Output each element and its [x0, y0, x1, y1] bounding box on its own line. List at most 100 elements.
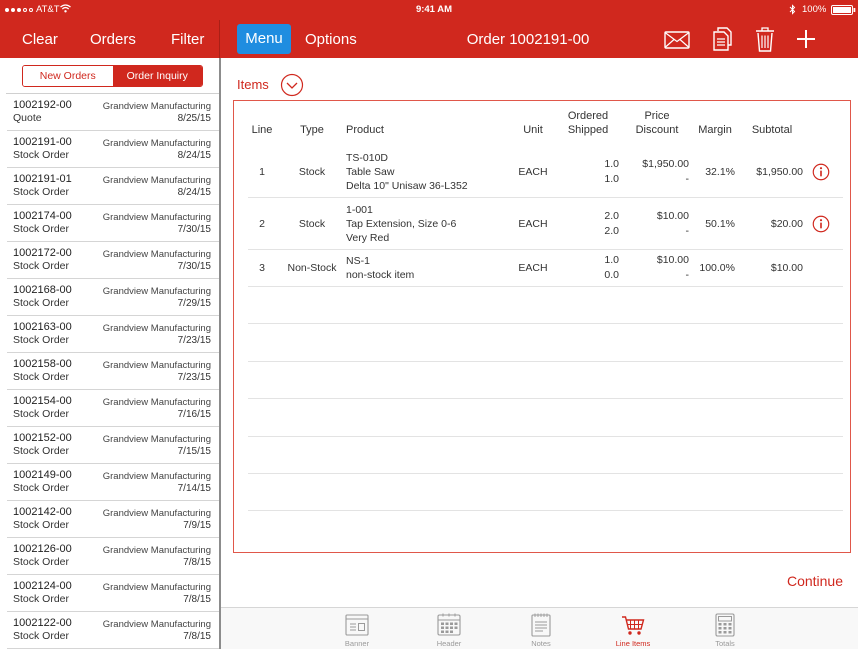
info-cell — [806, 215, 843, 233]
margin: 100.0% — [699, 262, 735, 274]
table-row[interactable]: 2 Stock 1-001 Tap Extension, Size 0-6 Ve… — [248, 198, 843, 250]
chevron-down-icon[interactable] — [280, 73, 304, 102]
order-list-item[interactable]: 1002122-00 Stock Order Grandview Manufact… — [0, 612, 219, 649]
order-date: 7/23/15 — [177, 372, 211, 383]
nav-bar: Clear Orders Filter Menu Options Order 1… — [0, 20, 858, 58]
line-type: Non-Stock — [287, 262, 337, 274]
orders-button[interactable]: Orders — [90, 31, 136, 48]
order-type: Stock Order — [13, 408, 70, 420]
empty-row — [248, 474, 843, 512]
product-description: Delta 10" Unisaw 36-L352 — [346, 180, 468, 192]
segment-order-inquiry[interactable]: Order Inquiry — [112, 66, 202, 86]
table-header: Line Type Product Unit Ordered Shipped Pr… — [248, 101, 843, 147]
order-customer: Grandview Manufacturing — [102, 101, 211, 112]
order-number: 1002192-00 — [13, 99, 72, 111]
envelope-icon[interactable] — [664, 31, 690, 53]
tab-bar: Banner Header Notes Line Items Totals — [221, 607, 858, 649]
table-row[interactable]: 3 Non-Stock NS-1 non-stock item EACH 1.0… — [248, 250, 843, 287]
segment-new-orders[interactable]: New Orders — [23, 66, 113, 86]
header-shipped-label: Shipped — [567, 124, 609, 136]
order-customer: Grandview Manufacturing — [102, 212, 211, 223]
order-list-item[interactable]: 1002172-00 Stock Order Grandview Manufact… — [0, 242, 219, 279]
continue-button[interactable]: Continue — [787, 573, 843, 589]
copy-icon[interactable] — [711, 27, 734, 55]
clear-button[interactable]: Clear — [22, 31, 58, 48]
ordered-qty: 1.0 — [604, 158, 619, 170]
order-date: 7/30/15 — [177, 224, 211, 235]
tab-banner[interactable]: Banner — [311, 608, 403, 649]
panel-divider — [219, 58, 221, 649]
order-left: 1002124-00 Stock Order — [13, 580, 72, 605]
info-cell — [806, 259, 843, 277]
order-list-item[interactable]: 1002158-00 Stock Order Grandview Manufact… — [0, 353, 219, 390]
empty-row — [248, 324, 843, 362]
tab-notes[interactable]: Notes — [495, 608, 587, 649]
margin: 50.1% — [705, 217, 735, 230]
order-number: 1002122-00 — [13, 617, 72, 629]
empty-row — [248, 287, 843, 325]
signal-strength-icon — [5, 8, 33, 12]
order-type: Stock Order — [13, 334, 70, 346]
tabs: Banner Header Notes Line Items Totals — [311, 608, 771, 649]
order-date: 7/8/15 — [183, 557, 211, 568]
tab-totals[interactable]: Totals — [679, 608, 771, 649]
order-list-item[interactable]: 1002149-00 Stock Order Grandview Manufact… — [0, 464, 219, 501]
order-right: Grandview Manufacturing 8/24/15 — [103, 138, 211, 162]
order-list-item[interactable]: 1002192-00 Quote Grandview Manufacturing 8… — [0, 94, 219, 131]
empty-row — [248, 437, 843, 474]
order-customer: Grandview Manufacturing — [102, 175, 211, 186]
order-list-item[interactable]: 1002191-00 Stock Order Grandview Manufact… — [0, 131, 219, 168]
line-items-table: Line Type Product Unit Ordered Shipped Pr… — [233, 100, 851, 553]
order-list-item[interactable]: 1002163-00 Stock Order Grandview Manufact… — [0, 316, 219, 353]
trash-icon[interactable] — [755, 27, 775, 56]
order-list-item[interactable]: 1002142-00 Stock Order Grandview Manufact… — [0, 501, 219, 538]
order-right: Grandview Manufacturing 7/30/15 — [103, 212, 211, 236]
subtotal: $1,950.00 — [756, 166, 803, 178]
order-right: Grandview Manufacturing 7/8/15 — [103, 582, 211, 606]
tab-line-items[interactable]: Line Items — [587, 608, 679, 649]
order-number: 1002163-00 — [13, 321, 72, 333]
order-date: 7/23/15 — [177, 335, 211, 346]
order-list-item[interactable]: 1002191-01 Stock Order Grandview Manufact… — [0, 168, 219, 205]
order-number: 1002142-00 — [13, 506, 72, 518]
order-type: Quote — [13, 112, 42, 124]
order-type: Stock Order — [13, 593, 70, 605]
header-product-label: Product — [346, 124, 384, 136]
menu-button[interactable]: Menu — [237, 24, 291, 54]
line-items-grid: Line Type Product Unit Ordered Shipped Pr… — [248, 101, 843, 512]
nav-divider — [219, 20, 220, 58]
options-button[interactable]: Options — [305, 31, 357, 48]
product-name: non-stock item — [346, 269, 415, 281]
price: $10.00 — [656, 254, 689, 266]
order-right: Grandview Manufacturing 7/14/15 — [103, 471, 211, 495]
order-date: 7/14/15 — [177, 483, 211, 494]
unit: EACH — [518, 166, 548, 178]
order-list-item[interactable]: 1002168-00 Stock Order Grandview Manufact… — [0, 279, 219, 316]
header-ordered-label: Ordered — [567, 110, 609, 122]
order-list-item[interactable]: 1002152-00 Stock Order Grandview Manufact… — [0, 427, 219, 464]
info-icon[interactable] — [812, 215, 830, 233]
order-list-item[interactable]: 1002174-00 Stock Order Grandview Manufact… — [0, 205, 219, 242]
order-list-item[interactable]: 1002124-00 Stock Order Grandview Manufact… — [0, 575, 219, 612]
order-left: 1002191-01 Stock Order — [13, 173, 72, 198]
order-right: Grandview Manufacturing 7/23/15 — [103, 323, 211, 347]
tab-header[interactable]: Header — [403, 608, 495, 649]
product-cell: TS-010D Table Saw Delta 10" Unisaw 36-L3… — [340, 151, 512, 193]
order-list-item[interactable]: 1002126-00 Stock Order Grandview Manufact… — [0, 538, 219, 575]
plus-icon[interactable] — [797, 30, 815, 52]
filter-button[interactable]: Filter — [171, 31, 204, 48]
header-margin-label: Margin — [698, 124, 732, 136]
carrier-label: AT&T — [36, 4, 60, 15]
order-date: 7/9/15 — [183, 520, 211, 531]
order-left: 1002192-00 Quote — [13, 99, 72, 124]
order-list-item[interactable]: 1002154-00 Stock Order Grandview Manufact… — [0, 390, 219, 427]
order-right: Grandview Manufacturing 7/9/15 — [103, 508, 211, 532]
table-row[interactable]: 1 Stock TS-010D Table Saw Delta 10" Unis… — [248, 147, 843, 198]
bluetooth-icon — [789, 4, 796, 18]
info-icon[interactable] — [812, 163, 830, 181]
discount: - — [685, 224, 690, 237]
order-customer: Grandview Manufacturing — [102, 249, 211, 260]
order-number: 1002126-00 — [13, 543, 72, 555]
tab-label: Header — [436, 639, 462, 648]
header-price-discount: Price Discount — [622, 101, 692, 147]
